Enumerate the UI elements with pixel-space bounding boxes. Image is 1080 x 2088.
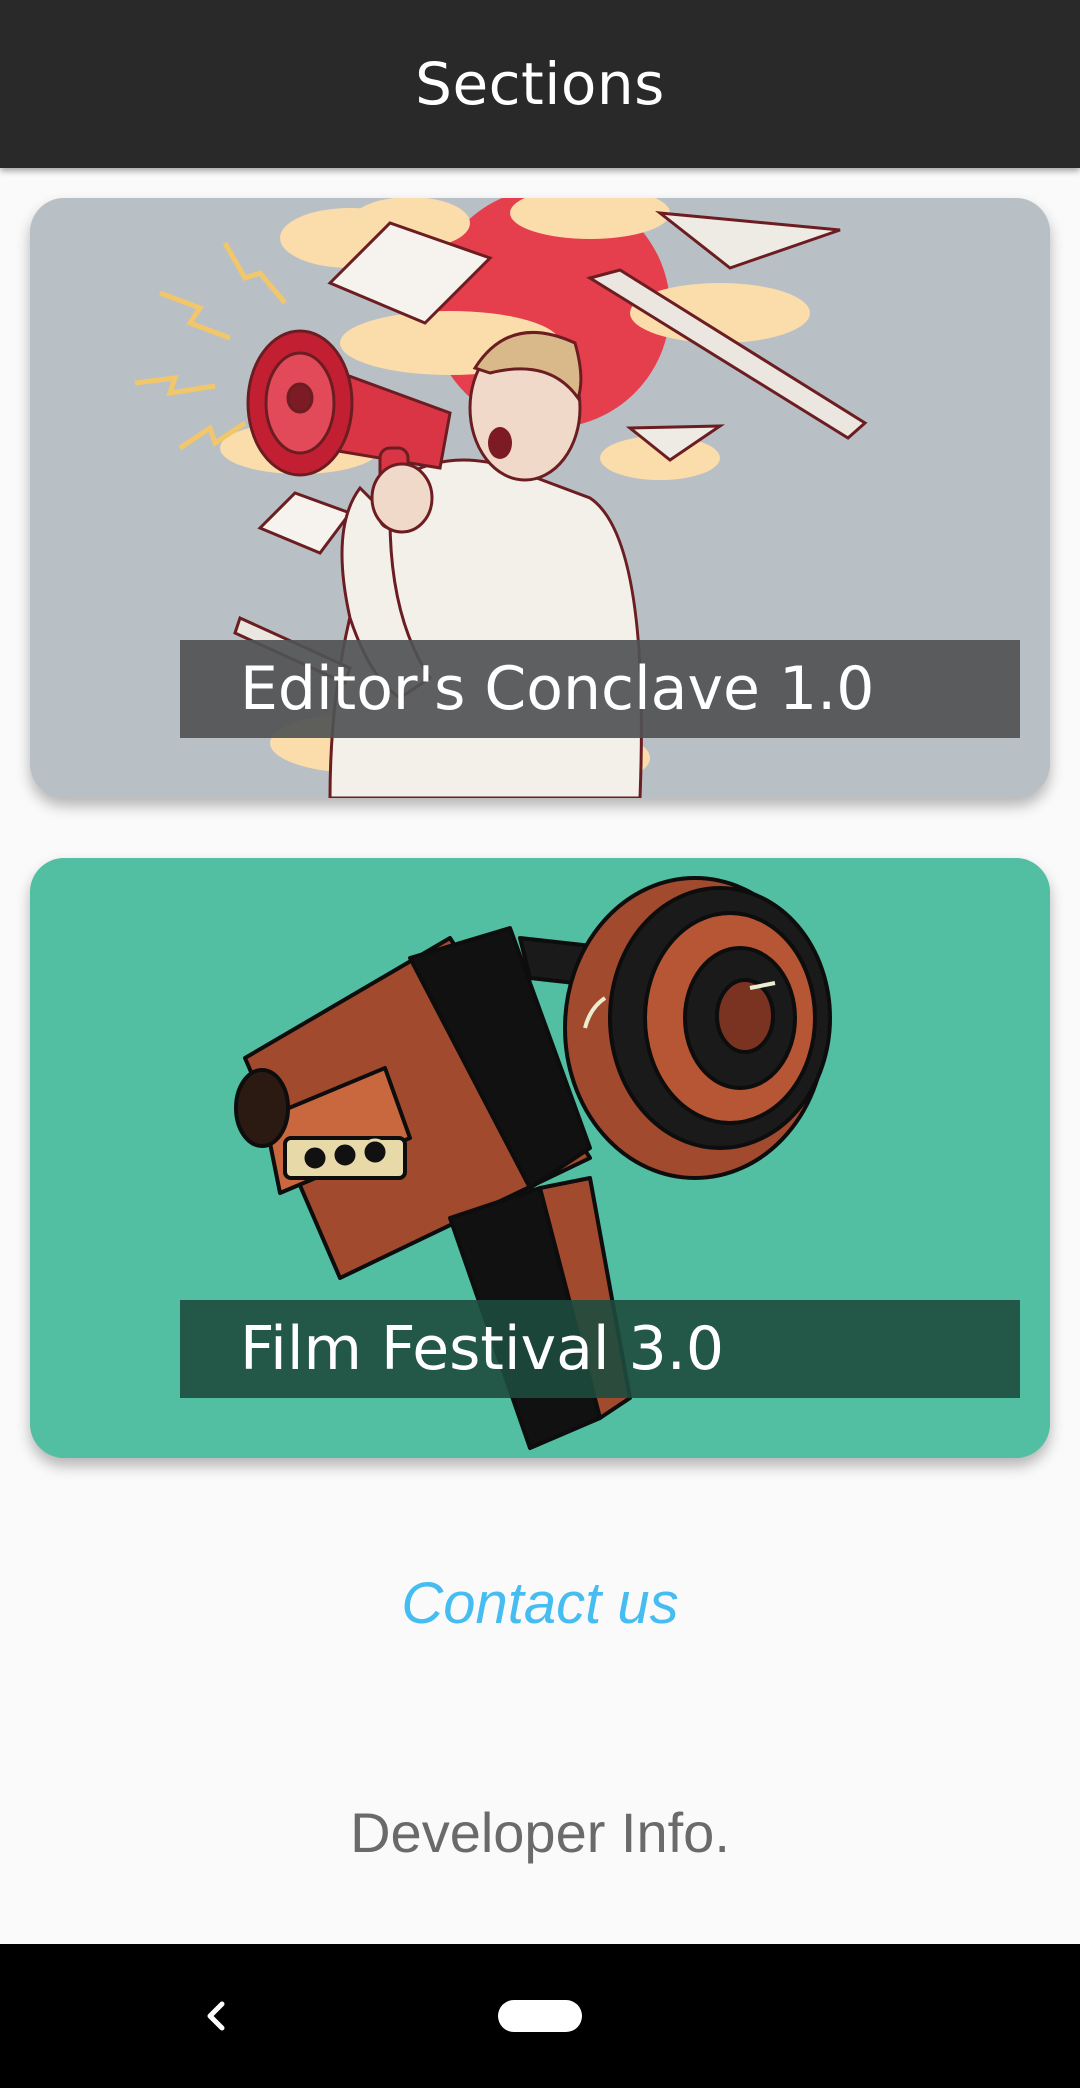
home-pill-icon[interactable] bbox=[498, 2000, 582, 2032]
section-card-film-festival[interactable]: Film Festival 3.0 bbox=[30, 858, 1050, 1458]
contact-us-link[interactable]: Contact us bbox=[0, 1570, 1080, 1637]
system-nav-bar bbox=[0, 1944, 1080, 2088]
section-title: Editor's Conclave 1.0 bbox=[240, 654, 875, 724]
section-caption: Editor's Conclave 1.0 bbox=[180, 640, 1020, 738]
developer-info-link[interactable]: Developer Info. bbox=[0, 1800, 1080, 1865]
section-caption: Film Festival 3.0 bbox=[180, 1300, 1020, 1398]
page-title: Sections bbox=[415, 50, 665, 118]
back-chevron-icon[interactable] bbox=[180, 1980, 252, 2052]
section-title: Film Festival 3.0 bbox=[240, 1314, 725, 1384]
app-bar: Sections bbox=[0, 0, 1080, 168]
section-card-editors-conclave[interactable]: Editor's Conclave 1.0 bbox=[30, 198, 1050, 798]
